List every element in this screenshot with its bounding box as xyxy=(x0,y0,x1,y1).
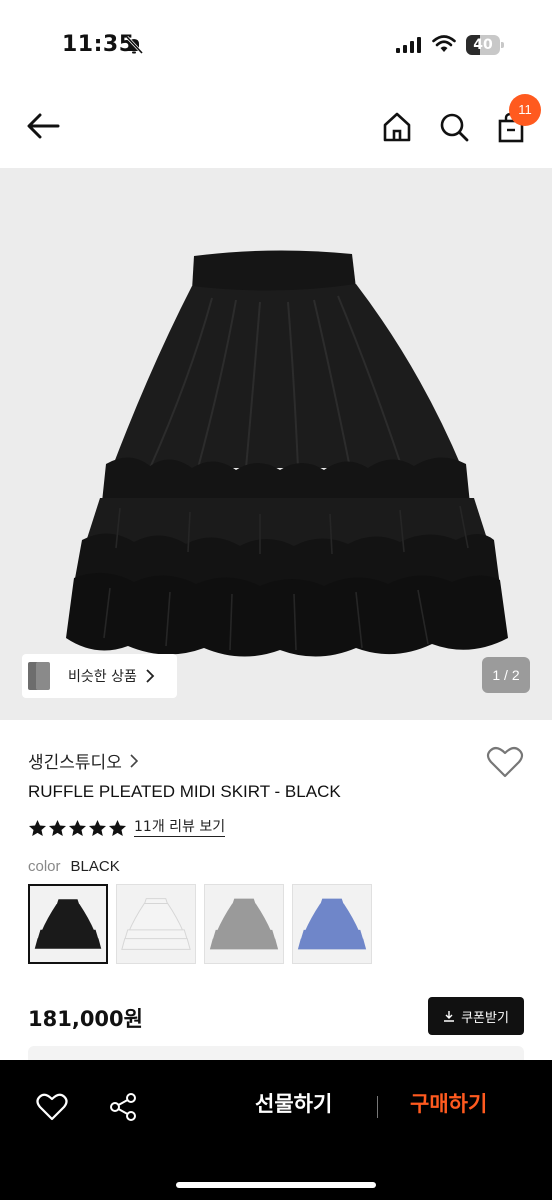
status-bar: 11:35 40 xyxy=(0,0,552,90)
swatch-skirt-thumbnail xyxy=(34,899,102,949)
similar-products-label: 비슷한 상품 xyxy=(68,669,137,685)
color-swatch[interactable] xyxy=(292,884,372,964)
wifi-icon xyxy=(432,35,456,52)
get-coupon-button[interactable]: 쿠폰받기 xyxy=(428,997,524,1035)
reviews-link[interactable]: 11개 리뷰 보기 xyxy=(134,818,226,837)
heart-icon[interactable] xyxy=(36,1092,68,1122)
cart-count-badge: 11 xyxy=(509,94,541,126)
product-photo-skirt xyxy=(66,250,508,657)
wishlist-heart-icon[interactable] xyxy=(486,745,524,779)
search-icon[interactable] xyxy=(437,110,471,144)
battery-level: 40 xyxy=(473,37,493,53)
image-page-counter: 1 / 2 xyxy=(482,657,530,693)
top-navigation-bar: 11 xyxy=(0,90,552,168)
star-rating xyxy=(28,819,128,837)
product-image-gallery[interactable]: 비슷한 상품 1 / 2 xyxy=(0,168,552,720)
brand-link[interactable]: 생긴스튜디오 xyxy=(28,748,138,773)
chevron-right-icon xyxy=(130,753,138,768)
share-icon[interactable] xyxy=(108,1092,138,1122)
buy-button[interactable]: 구매하기 xyxy=(410,1088,487,1118)
back-arrow-icon[interactable] xyxy=(24,110,64,142)
color-swatch-list xyxy=(28,884,380,964)
color-swatch[interactable] xyxy=(204,884,284,964)
bell-slash-icon xyxy=(125,35,144,55)
star-icon xyxy=(48,819,67,836)
selected-color-value: BLACK xyxy=(70,858,120,875)
star-icon xyxy=(88,819,107,836)
star-icon xyxy=(28,819,47,836)
color-swatch[interactable] xyxy=(116,884,196,964)
rating-row: 11개 리뷰 보기 xyxy=(28,818,226,837)
similar-products-button[interactable]: 비슷한 상품 xyxy=(22,654,177,698)
star-icon xyxy=(108,819,127,836)
color-selection-row: color BLACK xyxy=(28,858,120,875)
product-title: RUFFLE PLEATED MIDI SKIRT - BLACK xyxy=(28,782,341,801)
brand-name: 생긴스튜디오 xyxy=(28,753,122,773)
color-label: color xyxy=(28,858,61,875)
battery-indicator: 40 xyxy=(466,35,504,55)
gift-button[interactable]: 선물하기 xyxy=(255,1088,332,1118)
chevron-right-icon xyxy=(146,669,155,683)
home-indicator xyxy=(176,1182,376,1188)
divider xyxy=(377,1096,378,1118)
swatch-skirt-thumbnail xyxy=(121,898,191,950)
download-icon xyxy=(444,1011,455,1022)
cellular-signal-icon xyxy=(396,37,421,53)
color-swatch[interactable] xyxy=(28,884,108,964)
swatch-skirt-thumbnail xyxy=(297,898,367,950)
home-icon[interactable] xyxy=(380,110,414,144)
star-icon xyxy=(68,819,87,836)
bottom-action-bar: 선물하기 구매하기 xyxy=(0,1060,552,1200)
product-price: 181,000원 xyxy=(28,1007,143,1031)
swatch-skirt-thumbnail xyxy=(209,898,279,950)
similar-products-thumbnails xyxy=(28,654,58,698)
coupon-label: 쿠폰받기 xyxy=(461,1010,509,1026)
